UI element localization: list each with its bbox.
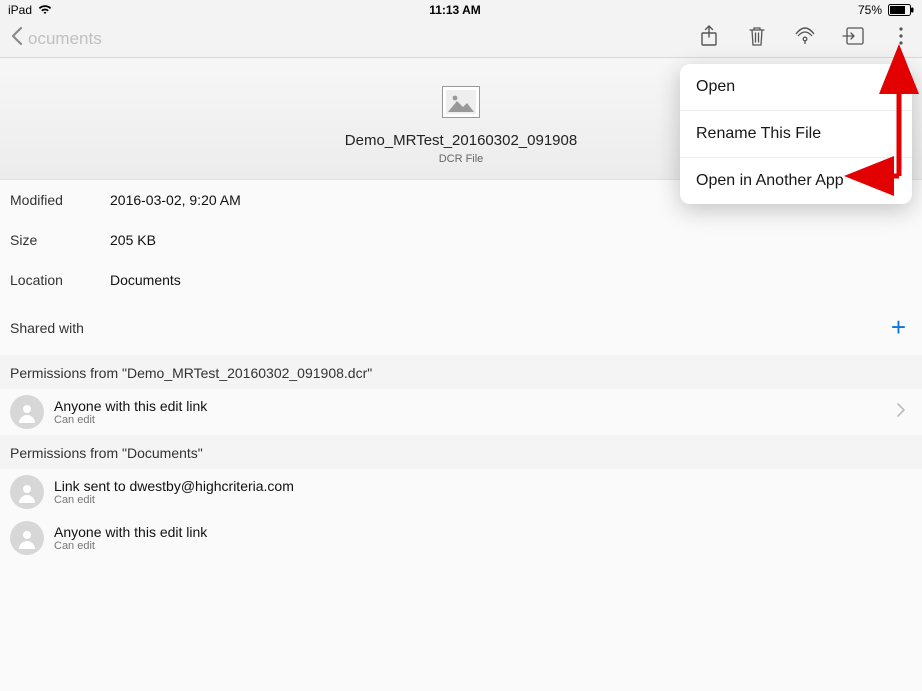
more-button[interactable] <box>890 28 912 50</box>
share-icon <box>700 25 718 52</box>
more-vertical-icon <box>898 26 904 51</box>
shared-with-row: Shared with + <box>0 300 922 355</box>
share-button[interactable] <box>698 28 720 50</box>
wifi-icon <box>38 5 52 15</box>
delete-button[interactable] <box>746 28 768 50</box>
menu-open-another[interactable]: Open in Another App <box>680 158 912 204</box>
status-button[interactable] <box>794 28 816 50</box>
info-row-size: Size 205 KB <box>0 220 922 260</box>
status-time: 11:13 AM <box>429 3 481 17</box>
permission-sub: Can edit <box>54 540 207 552</box>
permission-sub: Can edit <box>54 494 294 506</box>
avatar-icon <box>10 475 44 509</box>
modified-value: 2016-03-02, 9:20 AM <box>110 192 241 208</box>
permission-item[interactable]: Anyone with this edit link Can edit <box>0 515 922 561</box>
context-menu: Open Rename This File Open in Another Ap… <box>680 64 912 204</box>
device-label: iPad <box>8 3 32 17</box>
avatar-icon <box>10 395 44 429</box>
location-label: Location <box>10 272 110 288</box>
move-button[interactable] <box>842 28 864 50</box>
size-label: Size <box>10 232 110 248</box>
steering-icon <box>794 26 816 51</box>
info-row-location: Location Documents <box>0 260 922 300</box>
permission-item[interactable]: Anyone with this edit link Can edit <box>0 389 922 435</box>
back-button[interactable]: ocuments <box>10 26 102 51</box>
permission-item[interactable]: Link sent to dwestby@highcriteria.com Ca… <box>0 469 922 515</box>
trash-icon <box>748 25 766 52</box>
permission-title: Anyone with this edit link <box>54 524 207 540</box>
location-value: Documents <box>110 272 181 288</box>
nav-bar: ocuments <box>0 20 922 58</box>
permissions-heading-file: Permissions from "Demo_MRTest_20160302_0… <box>0 355 922 389</box>
status-bar: iPad 11:13 AM 75% <box>0 0 922 20</box>
shared-with-label: Shared with <box>10 320 84 336</box>
size-value: 205 KB <box>110 232 156 248</box>
add-share-button[interactable]: + <box>891 312 912 343</box>
chevron-right-icon <box>896 402 912 423</box>
permissions-heading-folder: Permissions from "Documents" <box>0 435 922 469</box>
permission-title: Anyone with this edit link <box>54 398 207 414</box>
avatar-icon <box>10 521 44 555</box>
battery-icon <box>888 4 914 16</box>
file-thumbnail-icon <box>442 86 480 118</box>
menu-open[interactable]: Open <box>680 64 912 111</box>
permission-sub: Can edit <box>54 414 207 426</box>
menu-rename[interactable]: Rename This File <box>680 111 912 158</box>
modified-label: Modified <box>10 192 110 208</box>
battery-percent: 75% <box>858 3 882 17</box>
back-chevron-icon <box>10 26 26 51</box>
back-label: ocuments <box>28 29 102 49</box>
permission-title: Link sent to dwestby@highcriteria.com <box>54 478 294 494</box>
move-to-folder-icon <box>842 27 864 50</box>
